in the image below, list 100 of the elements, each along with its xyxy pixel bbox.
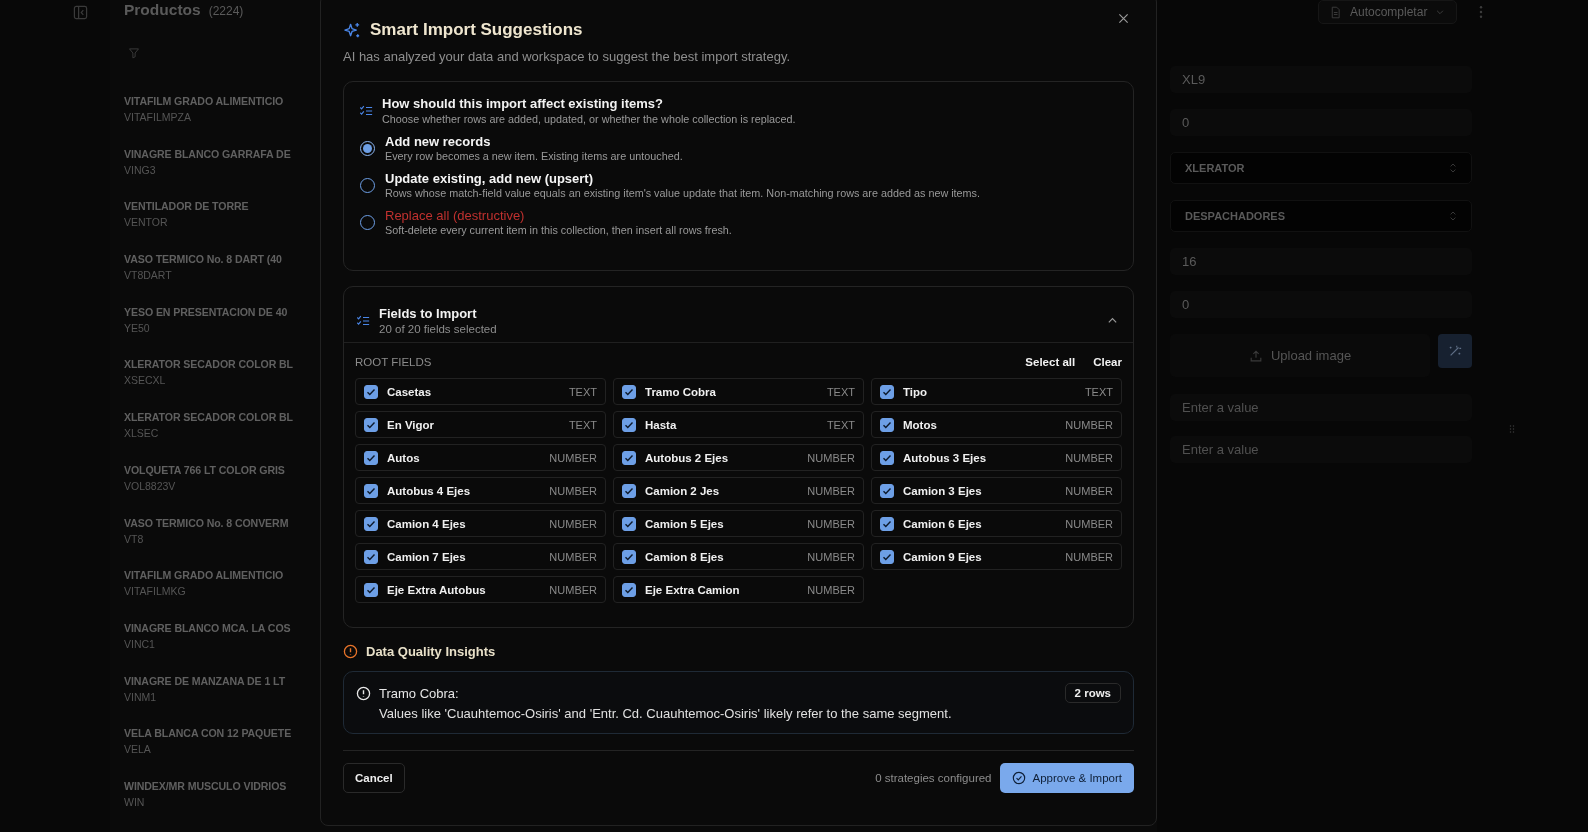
option-description: Rows whose match-field value equals an existing item's value update that item. Non-matching rows are added as new items.: [385, 187, 980, 199]
field-type: TEXT: [568, 385, 597, 398]
product-code: VING3: [124, 163, 156, 176]
checkbox[interactable]: [880, 417, 894, 432]
field-name: Camion 5 Ejes: [645, 517, 724, 530]
field-option[interactable]: Eje Extra Autobus NUMBER: [355, 576, 606, 603]
group-label: ROOT FIELDS: [355, 356, 432, 368]
field-name: Eje Extra Camion: [645, 583, 740, 596]
checkbox[interactable]: [880, 483, 894, 498]
alert-icon: [343, 644, 358, 659]
field-name: Camion 3 Ejes: [903, 484, 982, 497]
product-code: VT8DART: [124, 269, 172, 282]
field-option[interactable]: Casetas TEXT: [355, 378, 606, 405]
checkbox[interactable]: [622, 384, 636, 399]
section-title: Data Quality Insights: [366, 644, 496, 659]
status-text: 0 strategies configured: [875, 772, 992, 784]
field-option[interactable]: Autos NUMBER: [355, 444, 606, 471]
field-name: Autobus 2 Ejes: [645, 451, 729, 464]
field-option[interactable]: Autobus 3 Ejes NUMBER: [871, 444, 1122, 471]
cancel-button[interactable]: Cancel: [343, 763, 405, 793]
checkbox[interactable]: [364, 450, 378, 465]
field-option[interactable]: En Vigor TEXT: [355, 411, 606, 438]
checkbox[interactable]: [622, 549, 636, 564]
sidebar-toggle-icon[interactable]: [73, 5, 88, 20]
checkbox[interactable]: [880, 384, 894, 399]
product-code: VITAFILMPZA: [124, 111, 191, 123]
field-type: NUMBER: [807, 484, 855, 497]
checkbox[interactable]: [364, 582, 378, 597]
product-code: XSECXL: [124, 374, 166, 387]
field-type: NUMBER: [807, 517, 855, 530]
section-hint: Choose whether rows are added, updated, or whether the whole collection is replaced.: [382, 113, 796, 125]
field-option[interactable]: Camion 2 Jes NUMBER: [613, 477, 864, 504]
section-title: How should this import affect existing items?: [382, 96, 664, 111]
field-option[interactable]: Camion 4 Ejes NUMBER: [355, 510, 606, 537]
field-type: NUMBER: [549, 550, 597, 563]
field-type: NUMBER: [1065, 418, 1113, 431]
checkbox[interactable]: [622, 450, 636, 465]
product-code: VT8: [124, 532, 144, 545]
field-type: NUMBER: [549, 583, 597, 596]
field-option[interactable]: Tramo Cobra TEXT: [613, 378, 864, 405]
insight-message: Values like 'Cuauhtemoc-Osiris' and 'Entr. Cd. Cuauhtemoc-Osiris' likely refer to the same segment.: [379, 706, 953, 721]
chevron-updown-icon: [1449, 210, 1457, 222]
checkbox[interactable]: [622, 516, 636, 531]
field-type: NUMBER: [807, 550, 855, 563]
field-type: TEXT: [826, 385, 855, 398]
field-option[interactable]: Camion 3 Ejes NUMBER: [871, 477, 1122, 504]
product-code: VOL8823V: [124, 479, 176, 492]
checkbox[interactable]: [364, 417, 378, 432]
field-option[interactable]: Camion 6 Ejes NUMBER: [871, 510, 1122, 537]
field-option[interactable]: Autobus 4 Ejes NUMBER: [355, 477, 606, 504]
field-option[interactable]: Hasta TEXT: [613, 411, 864, 438]
select-all-button[interactable]: Select all: [1025, 356, 1076, 368]
checkbox[interactable]: [622, 483, 636, 498]
checkbox[interactable]: [622, 582, 636, 597]
checkbox[interactable]: [880, 516, 894, 531]
field-type: NUMBER: [807, 583, 855, 596]
approve-button[interactable]: Approve & Import: [999, 763, 1134, 793]
field-option[interactable]: Autobus 2 Ejes NUMBER: [613, 444, 864, 471]
checkbox[interactable]: [364, 549, 378, 564]
option-label[interactable]: Update existing, add new (upsert): [385, 171, 980, 186]
close-icon[interactable]: [1118, 13, 1129, 24]
product-code: XLSEC: [124, 427, 159, 440]
checkbox[interactable]: [364, 516, 378, 531]
field-name: Autos: [387, 451, 420, 464]
field-option[interactable]: Camion 5 Ejes NUMBER: [613, 510, 864, 537]
clear-button[interactable]: Clear: [1093, 356, 1122, 368]
product-code: VENTOR: [124, 216, 168, 229]
field-type: TEXT: [568, 418, 597, 431]
field-option[interactable]: Camion 9 Ejes NUMBER: [871, 543, 1122, 570]
option-label[interactable]: Replace all (destructive): [385, 208, 732, 223]
insight-field: Tramo Cobra:: [379, 685, 459, 701]
checkbox[interactable]: [364, 483, 378, 498]
checkbox[interactable]: [364, 384, 378, 399]
chevron-icon[interactable]: [1107, 315, 1118, 326]
option-label[interactable]: Add new records: [385, 134, 683, 149]
magic-wand-icon: [1448, 344, 1462, 358]
field-name: Tramo Cobra: [645, 385, 716, 398]
info-icon: [356, 685, 371, 701]
field-name: Tipo: [903, 385, 928, 398]
checkbox[interactable]: [880, 450, 894, 465]
checkbox[interactable]: [622, 417, 636, 432]
field-option[interactable]: Tipo TEXT: [871, 378, 1122, 405]
product-code: VINM1: [124, 690, 157, 703]
field-option[interactable]: Motos NUMBER: [871, 411, 1122, 438]
selected-count: 20 of 20 fields selected: [379, 323, 497, 335]
product-code: VELA: [124, 743, 151, 756]
field-option[interactable]: Eje Extra Camion NUMBER: [613, 576, 864, 603]
field-type: NUMBER: [1065, 451, 1113, 464]
field-name: Camion 7 Ejes: [387, 550, 466, 563]
field-name: Autobus 3 Ejes: [903, 451, 987, 464]
field-option[interactable]: Camion 7 Ejes NUMBER: [355, 543, 606, 570]
field-type: NUMBER: [549, 484, 597, 497]
field-type: TEXT: [1084, 385, 1113, 398]
product-code: YE50: [124, 321, 150, 334]
product-code: VINC1: [124, 637, 155, 650]
product-code: WIN: [124, 795, 145, 808]
drag-handle-icon[interactable]: [1509, 424, 1515, 434]
field-option[interactable]: Camion 8 Ejes NUMBER: [613, 543, 864, 570]
checkbox[interactable]: [880, 549, 894, 564]
field-name: Camion 2 Jes: [645, 484, 720, 497]
